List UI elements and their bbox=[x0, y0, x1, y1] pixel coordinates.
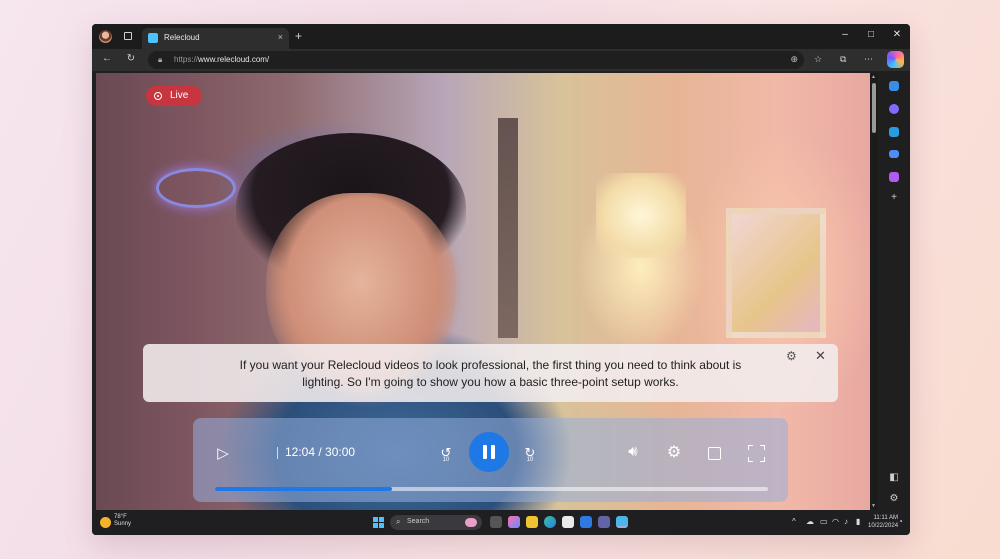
scroll-down-icon[interactable]: ▼ bbox=[871, 503, 876, 509]
active-app-icon[interactable] bbox=[616, 516, 628, 528]
guitar-background bbox=[498, 118, 518, 338]
pause-button[interactable] bbox=[469, 432, 509, 472]
browser-window: Relecloud × + – □ ✕ ← ↻ 🔒︎ https://www.r… bbox=[92, 24, 910, 535]
play-icon[interactable]: ▷ bbox=[213, 444, 233, 462]
title-bar: Relecloud × + – □ ✕ bbox=[92, 24, 910, 49]
sidebar-copilot-icon[interactable] bbox=[889, 104, 899, 114]
edge-icon[interactable] bbox=[544, 516, 556, 528]
address-bar[interactable]: 🔒︎ https://www.relecloud.com/ ⊕ bbox=[148, 51, 804, 69]
file-explorer-icon[interactable] bbox=[526, 516, 538, 528]
live-indicator-icon bbox=[154, 92, 162, 100]
picture-frame-background bbox=[726, 208, 826, 338]
fullscreen-icon[interactable] bbox=[748, 445, 765, 462]
clock-time: 11:11 AM bbox=[873, 515, 898, 521]
tray-chevron-icon[interactable]: ^ bbox=[792, 517, 796, 526]
page-scrollbar[interactable]: ▲ ▼ bbox=[870, 73, 878, 510]
skip-back-button[interactable]: ↺ 10 bbox=[435, 445, 457, 463]
weather-sun-icon[interactable] bbox=[100, 517, 111, 528]
neon-light-decoration bbox=[156, 168, 236, 208]
copilot-taskbar-icon[interactable] bbox=[508, 516, 520, 528]
tab-relecloud[interactable]: Relecloud × bbox=[142, 28, 289, 49]
search-icon: ⌕ bbox=[396, 517, 401, 526]
volume-tray-icon[interactable]: ♪ bbox=[844, 517, 848, 526]
player-controls: ▷ 12:04 / 30:00 ↺ 10 ↻ 10 🔊︎ ⚙ bbox=[193, 418, 788, 502]
tab-close-icon[interactable]: × bbox=[278, 32, 283, 42]
time-display: 12:04 / 30:00 bbox=[285, 445, 356, 459]
weather-condition: Sunny bbox=[114, 521, 132, 527]
search-placeholder: Search bbox=[407, 518, 430, 525]
wifi-icon[interactable]: ◠ bbox=[832, 517, 839, 526]
clock-date: 10/22/2024 bbox=[868, 523, 899, 529]
tab-actions-icon[interactable] bbox=[124, 32, 132, 40]
captions-panel: If you want your Relecloud videos to loo… bbox=[143, 344, 838, 402]
progress-bar[interactable] bbox=[215, 487, 768, 491]
caption-text: If you want your Relecloud videos to loo… bbox=[239, 358, 742, 389]
navigation-toolbar: ← ↻ 🔒︎ https://www.relecloud.com/ ⊕ ☆ ⧉ … bbox=[92, 49, 910, 71]
mail-icon[interactable] bbox=[580, 516, 592, 528]
search-highlight-icon bbox=[465, 518, 477, 527]
weather-temp: 78°F bbox=[114, 514, 127, 520]
tab-title: Relecloud bbox=[164, 33, 200, 42]
clock[interactable]: 11:11 AM 10/22/2024 bbox=[868, 514, 898, 530]
relecloud-favicon-icon bbox=[148, 33, 158, 43]
progress-fill bbox=[215, 487, 392, 491]
copilot-icon[interactable] bbox=[887, 51, 904, 68]
url-scheme: https:// bbox=[174, 55, 199, 64]
volume-icon[interactable]: 🔊︎ bbox=[622, 443, 644, 460]
weather-widget[interactable]: 78°F Sunny bbox=[114, 514, 131, 528]
start-windows-icon[interactable] bbox=[373, 517, 384, 528]
live-label: Live bbox=[170, 90, 189, 101]
profile-avatar[interactable] bbox=[99, 30, 112, 43]
sidebar-settings-icon[interactable]: ⚙ bbox=[888, 493, 900, 505]
taskbar-search[interactable]: ⌕ Search bbox=[390, 515, 482, 530]
network-icon[interactable]: ▭ bbox=[820, 517, 828, 526]
sidebar-add-icon[interactable]: + bbox=[888, 192, 900, 204]
taskbar: 78°F Sunny ⌕ Search ^ ☁ ▭ ◠ ♪ ▮ 11:11 AM… bbox=[92, 510, 910, 535]
miniplayer-icon[interactable] bbox=[708, 447, 721, 460]
lamp-background bbox=[596, 173, 686, 258]
caption-settings-gear-icon[interactable]: ⚙ bbox=[786, 349, 797, 363]
task-view-icon[interactable] bbox=[490, 516, 502, 528]
maximize-button[interactable]: □ bbox=[864, 29, 878, 40]
sidebar-outlook-icon[interactable] bbox=[889, 127, 899, 137]
skip-forward-seconds: 10 bbox=[526, 457, 534, 463]
collections-icon[interactable]: ⧉ bbox=[840, 54, 846, 65]
minimize-button[interactable]: – bbox=[838, 29, 852, 40]
scroll-thumb[interactable] bbox=[872, 83, 876, 133]
browser-sidebar: + ◧ ⚙ bbox=[878, 71, 910, 510]
time-separator bbox=[277, 447, 278, 459]
caption-close-icon[interactable]: ✕ bbox=[815, 348, 826, 364]
sidebar-send-icon[interactable] bbox=[889, 150, 899, 158]
cloud-icon[interactable]: ☁ bbox=[806, 517, 814, 526]
skip-back-seconds: 10 bbox=[442, 457, 450, 463]
store-icon[interactable] bbox=[562, 516, 574, 528]
lock-icon[interactable]: 🔒︎ bbox=[158, 55, 162, 65]
sidebar-layout-icon[interactable]: ◧ bbox=[888, 472, 900, 484]
skip-forward-button[interactable]: ↻ 10 bbox=[519, 445, 541, 463]
teams-icon[interactable] bbox=[598, 516, 610, 528]
battery-icon[interactable]: ▮ bbox=[856, 517, 860, 526]
url-host: www.relecloud.com/ bbox=[198, 55, 270, 64]
close-window-button[interactable]: ✕ bbox=[890, 29, 904, 40]
live-badge: Live bbox=[146, 86, 202, 106]
sidebar-tag-icon[interactable] bbox=[889, 81, 899, 91]
pause-icon bbox=[483, 445, 495, 459]
notification-bell-icon[interactable]: ◔ bbox=[898, 517, 903, 526]
scroll-up-icon[interactable]: ▲ bbox=[871, 74, 876, 80]
sidebar-designer-icon[interactable] bbox=[889, 172, 899, 182]
settings-gear-icon[interactable]: ⚙ bbox=[663, 442, 685, 462]
refresh-button[interactable]: ↻ bbox=[124, 53, 138, 64]
more-options-icon[interactable]: ⋯ bbox=[864, 54, 873, 65]
back-button[interactable]: ← bbox=[100, 53, 114, 64]
video-player[interactable]: Live If you want your Relecloud videos t… bbox=[96, 73, 870, 510]
url-text[interactable]: https://www.relecloud.com/ bbox=[174, 55, 269, 64]
site-actions-icon[interactable]: ⊕ bbox=[790, 54, 798, 65]
new-tab-button[interactable]: + bbox=[295, 29, 302, 43]
favorites-icon[interactable]: ☆ bbox=[814, 54, 822, 65]
